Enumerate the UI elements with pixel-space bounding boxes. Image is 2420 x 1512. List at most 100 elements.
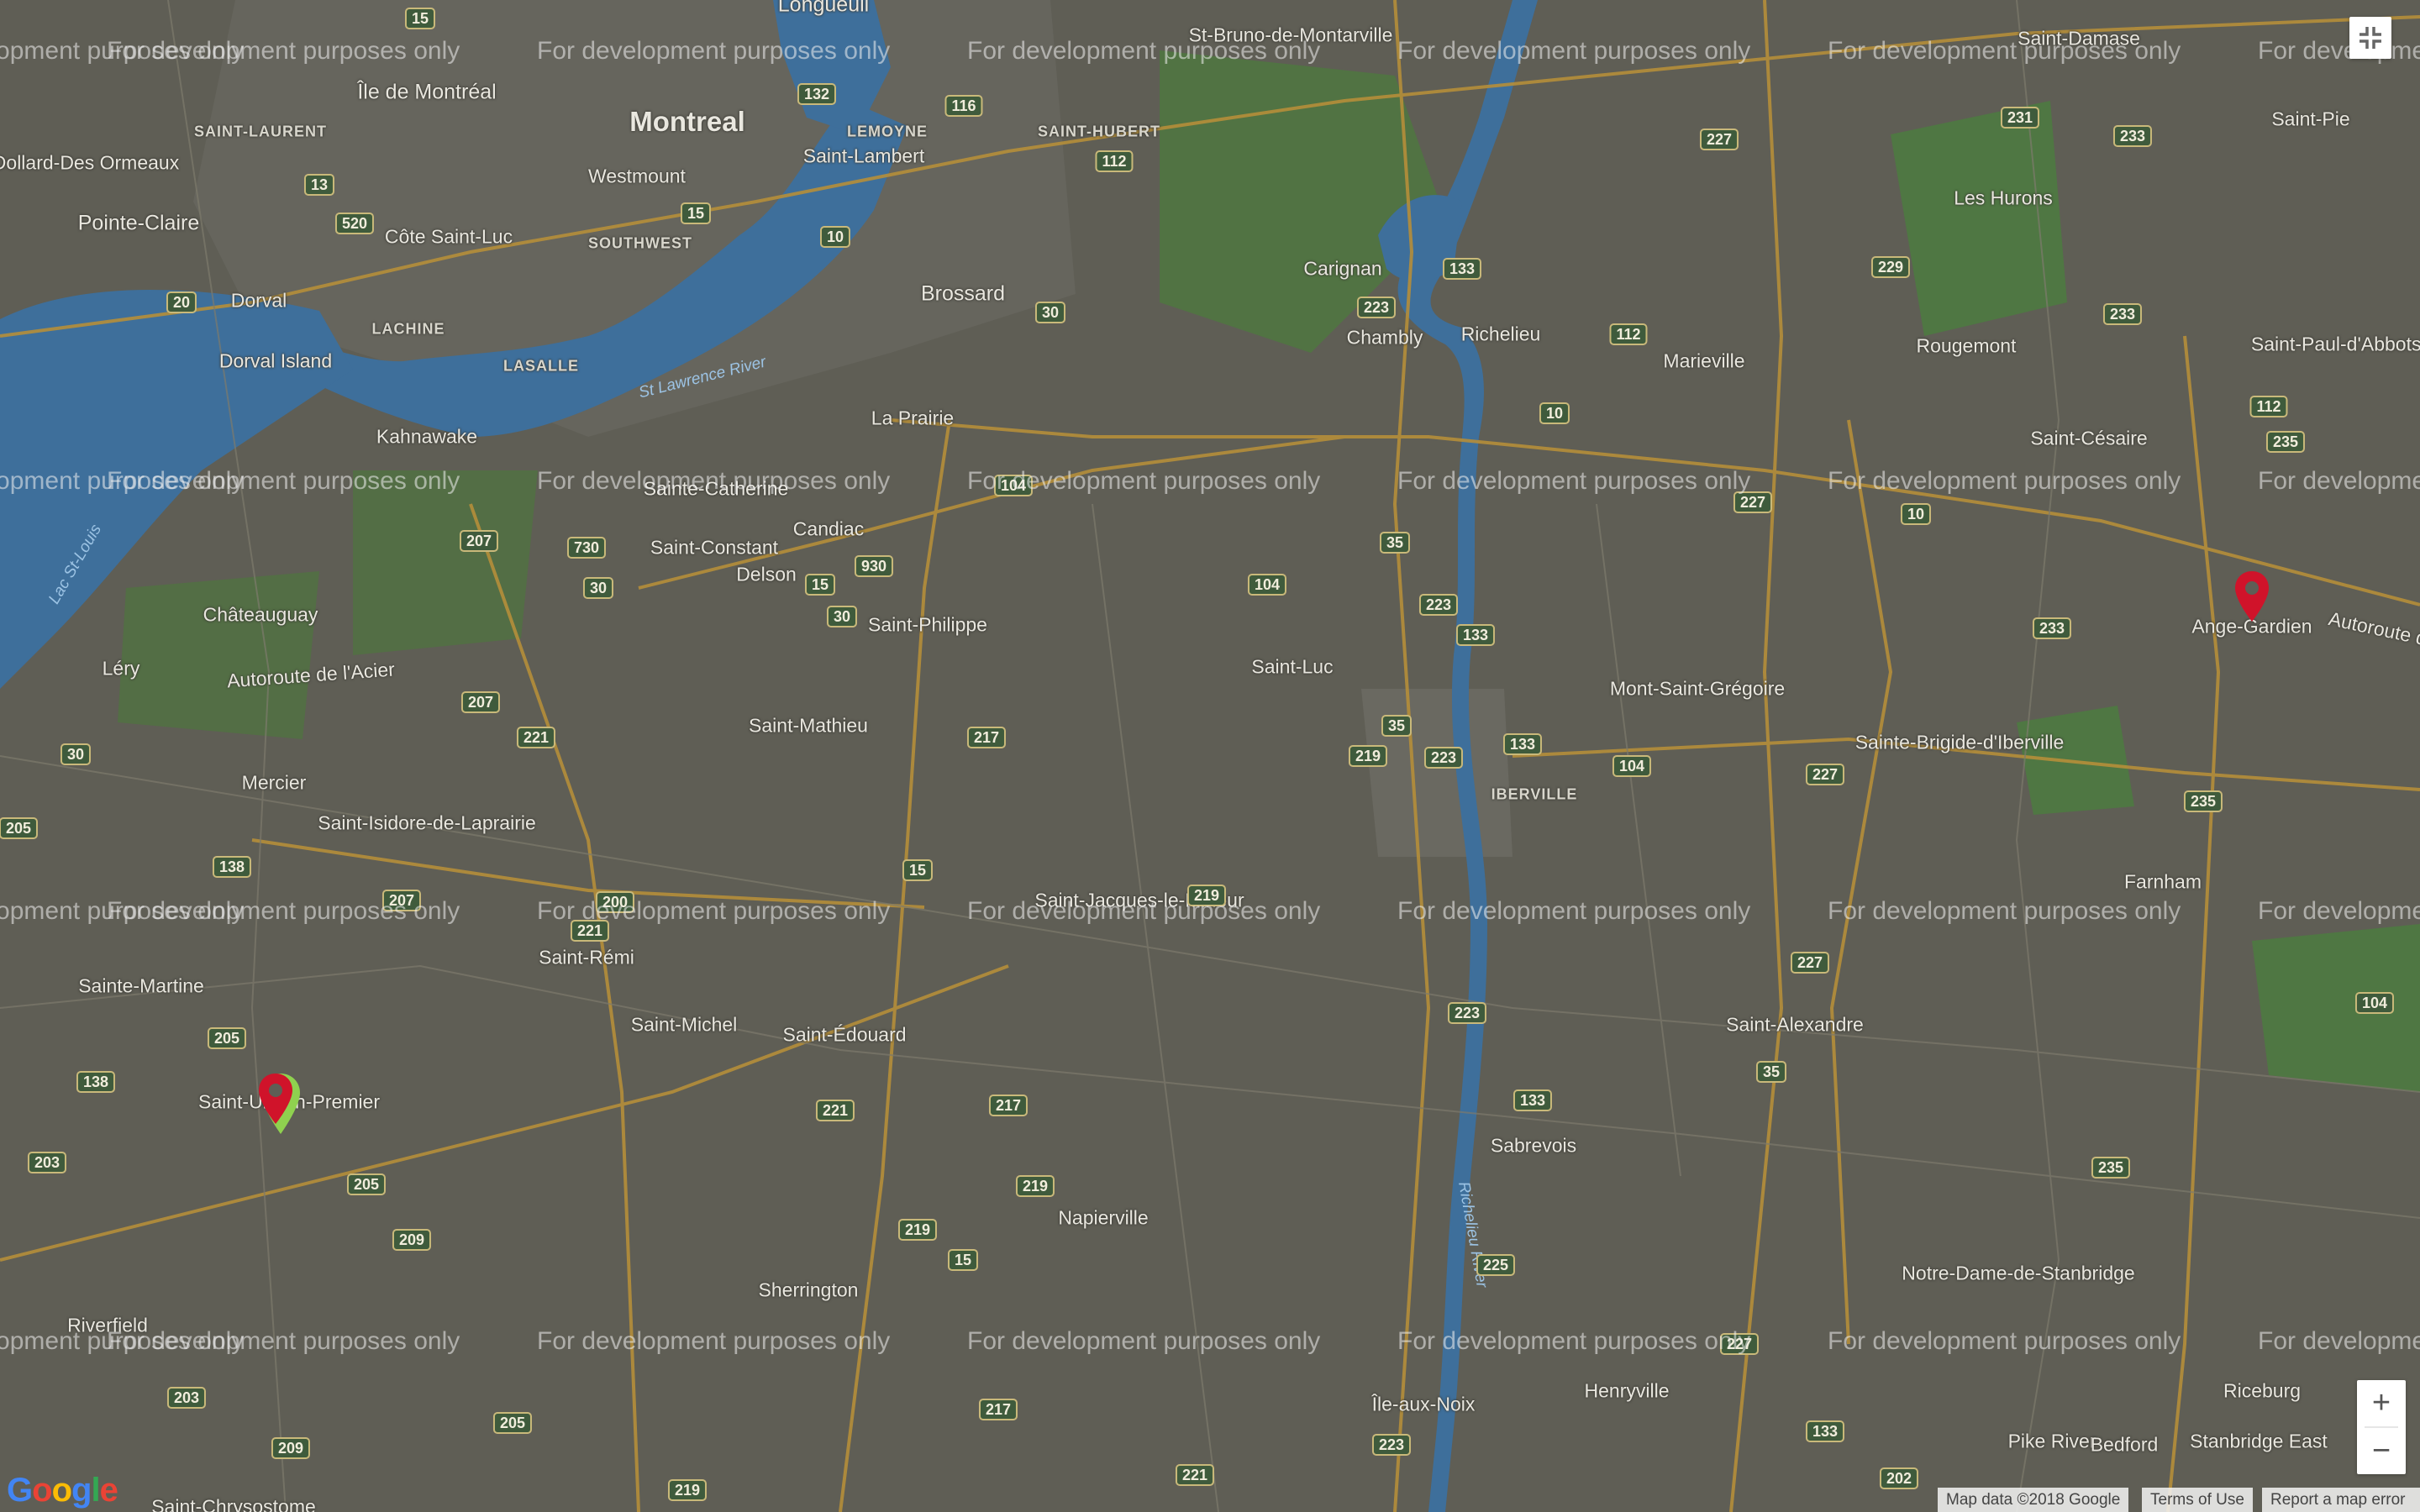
place-label: LASALLE: [503, 357, 579, 375]
terms-of-use-link[interactable]: Terms of Use: [2142, 1488, 2253, 1512]
place-label: Saint-Isidore-de-Laprairie: [318, 811, 536, 834]
place-label: Saint-Mathieu: [749, 714, 868, 737]
place-label: Saint-Pie: [2271, 108, 2350, 130]
route-shield: 10: [819, 226, 851, 248]
route-shield: 209: [392, 1229, 432, 1251]
place-label: Dorval: [230, 289, 287, 312]
place-label: Stanbridge East: [2190, 1430, 2328, 1452]
place-label: Saint-Damase: [2018, 27, 2140, 50]
route-shield: 133: [1805, 1420, 1845, 1442]
place-label: Saint-Lambert: [802, 144, 925, 167]
route-shield: 132: [797, 83, 837, 105]
place-label: Mont-Saint-Grégoire: [1609, 677, 1786, 700]
route-shield: 730: [566, 537, 607, 559]
route-shield: 10: [1900, 503, 1932, 525]
route-shield: 221: [1175, 1464, 1215, 1486]
route-shield: 104: [1612, 755, 1652, 777]
route-shield: 227: [1719, 1333, 1760, 1355]
zoom-control: + −: [2357, 1380, 2406, 1474]
route-shield: 235: [2091, 1157, 2131, 1179]
place-label: Saint-Luc: [1251, 655, 1334, 678]
place-label: Dollard-Des Ormeaux: [0, 151, 180, 174]
red-marker[interactable]: [255, 1072, 296, 1131]
place-label: Saint-Césaire: [2030, 427, 2148, 449]
fullscreen-button[interactable]: [2349, 17, 2391, 59]
fullscreen-exit-icon: [2360, 27, 2381, 49]
route-shield: 221: [516, 727, 556, 748]
route-shield: 104: [1247, 574, 1287, 596]
place-label: Montreal: [629, 106, 745, 137]
route-shield: 225: [1476, 1254, 1516, 1276]
place-label: Dorval Island: [218, 349, 333, 372]
place-label: Farnham: [2123, 870, 2202, 893]
route-shield: 205: [346, 1173, 387, 1195]
google-logo[interactable]: Google: [7, 1472, 118, 1509]
report-map-error-link[interactable]: Report a map error: [2262, 1488, 2420, 1512]
route-shield: 15: [902, 859, 934, 881]
route-shield: 233: [2102, 303, 2143, 325]
red-marker-east[interactable]: [2232, 570, 2272, 628]
route-shield: 219: [1186, 885, 1227, 906]
map-data-attribution: Map data ©2018 Google: [1938, 1488, 2129, 1512]
route-shield: 235: [2265, 431, 2306, 453]
route-shield: 231: [2000, 107, 2040, 129]
zoom-out-button[interactable]: −: [2357, 1428, 2406, 1474]
place-label: Richelieu: [1460, 323, 1541, 345]
place-label: Léry: [102, 657, 140, 680]
route-shield: 138: [76, 1071, 116, 1093]
route-shield: 30: [582, 577, 614, 599]
place-label: IBERVILLE: [1491, 785, 1578, 803]
place-label: Saint-Rémi: [539, 946, 634, 969]
route-shield: 221: [815, 1100, 855, 1121]
place-label: Bedford: [2090, 1433, 2159, 1456]
route-shield: 13: [303, 174, 335, 196]
route-shield: 217: [988, 1095, 1028, 1116]
place-label: Kahnawake: [376, 425, 478, 448]
place-label: Côte Saint-Luc: [384, 225, 513, 248]
route-shield: 227: [1699, 129, 1739, 150]
place-label: Sabrevois: [1490, 1134, 1577, 1157]
route-shield: 30: [60, 743, 92, 765]
place-label: Saint-Chrysostome: [151, 1495, 316, 1512]
route-shield: 223: [1356, 297, 1397, 318]
route-shield: 227: [1805, 764, 1845, 785]
place-label: Sainte-Catherine: [643, 477, 789, 500]
place-label: Sainte-Brigide-d'Iberville: [1854, 731, 2065, 753]
route-shield: 207: [459, 530, 499, 552]
place-label: Saint-Michel: [630, 1013, 738, 1036]
route-shield: 205: [207, 1027, 247, 1049]
route-shield: 112: [2249, 396, 2288, 417]
place-label: Saint-Paul-d'Abbotsford: [2250, 333, 2420, 355]
place-label: Westmount: [588, 165, 686, 187]
zoom-in-button[interactable]: +: [2357, 1380, 2406, 1426]
route-shield: 203: [166, 1387, 207, 1409]
place-label: Chambly: [1346, 326, 1423, 349]
route-shield: 233: [2112, 125, 2153, 147]
place-label: Riverfield: [67, 1314, 148, 1336]
route-shield: 520: [334, 213, 375, 234]
place-label: Mercier: [241, 771, 307, 794]
route-shield: 35: [1379, 532, 1411, 554]
place-label: Châteauguay: [203, 603, 318, 626]
place-label: Brossard: [920, 281, 1006, 306]
route-shield: 10: [1539, 402, 1570, 424]
place-label: Riceburg: [2223, 1379, 2302, 1402]
route-shield: 15: [404, 8, 436, 29]
place-label: LACHINE: [371, 320, 445, 338]
route-shield: 20: [166, 291, 197, 313]
place-label: Napierville: [1058, 1206, 1149, 1229]
map-canvas[interactable]: Montreal Longueuil Île de Montréal St-Bruno…: [0, 0, 2420, 1512]
place-label: Rougemont: [1916, 334, 2017, 357]
route-shield: 223: [1447, 1002, 1487, 1024]
place-label: Delson: [736, 563, 797, 585]
route-shield: 227: [1790, 952, 1830, 974]
place-label: Pointe-Claire: [77, 211, 200, 235]
place-label: Sainte-Martine: [78, 974, 204, 997]
route-shield: 203: [27, 1152, 67, 1173]
route-shield: 133: [1512, 1089, 1553, 1111]
place-label: Les Hurons: [1954, 186, 2053, 209]
route-shield: 233: [2032, 617, 2072, 639]
route-shield: 217: [966, 727, 1007, 748]
place-label: Pike River: [2007, 1430, 2096, 1452]
route-shield: 219: [1015, 1175, 1055, 1197]
